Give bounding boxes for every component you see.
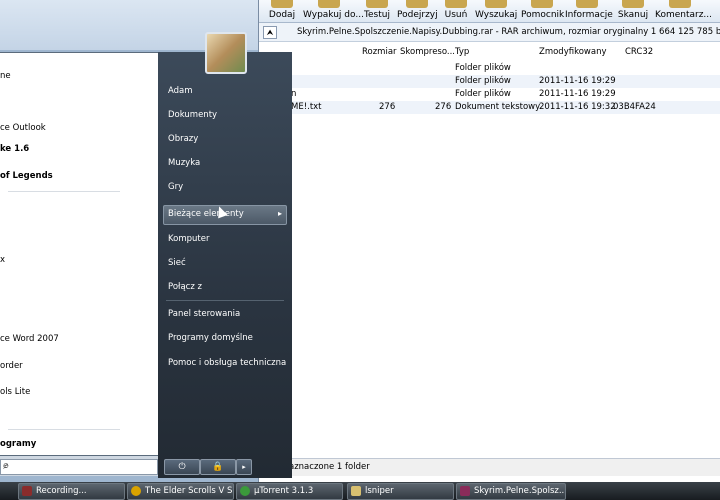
places-item-connect-to[interactable]: Połącz z	[168, 282, 202, 292]
winrar-toolbar: Dodaj Wypakuj do... Testuj Podejrzyj Usu…	[259, 0, 720, 23]
wizard-icon	[531, 0, 553, 8]
start-search-input[interactable]: e ⌕	[0, 459, 158, 475]
chrome-icon	[131, 486, 141, 496]
status-text: aznaczone 1 folder	[289, 462, 370, 472]
program-item[interactable]: ne	[0, 71, 11, 81]
col-modified[interactable]: Zmodyfikowany	[539, 47, 606, 57]
archive-path: Skyrim.Pelne.Spolszczenie.Napisy.Dubbing…	[297, 27, 720, 37]
program-item[interactable]: of Legends	[0, 171, 53, 181]
start-menu-places-pane: Adam Dokumenty Obrazy Muzyka Gry Bieżące…	[158, 52, 292, 478]
power-button[interactable]: ⏻	[164, 459, 200, 475]
delete-button[interactable]: Usuń	[442, 0, 470, 22]
program-item[interactable]: ce Outlook	[0, 123, 46, 133]
col-packed[interactable]: Skompreso...	[400, 47, 455, 57]
places-item-network[interactable]: Sieć	[168, 258, 186, 268]
table-row[interactable]: n Folder plików 2011-11-16 19:29	[259, 88, 720, 101]
taskbar-item-winrar[interactable]: Skyrim.Pelne.Spolsz...	[456, 483, 566, 500]
test-icon	[366, 0, 388, 8]
places-item-computer[interactable]: Komputer	[168, 234, 209, 244]
find-icon	[485, 0, 507, 8]
up-folder-button[interactable]: ⮝	[263, 26, 277, 39]
program-item[interactable]: ce Word 2007	[0, 334, 59, 344]
view-icon	[406, 0, 428, 8]
places-item-help[interactable]: Pomoc i obsługa techniczna	[168, 358, 286, 368]
divider	[166, 300, 284, 301]
test-button[interactable]: Testuj	[361, 0, 393, 22]
extract-to-button[interactable]: Wypakuj do...	[303, 0, 364, 22]
add-icon	[271, 0, 293, 8]
col-size[interactable]: Rozmiar	[362, 47, 397, 57]
find-button[interactable]: Wyszukaj	[475, 0, 517, 22]
lock-button[interactable]: 🔒	[200, 459, 236, 475]
winrar-window: Dodaj Wypakuj do... Testuj Podejrzyj Usu…	[258, 0, 720, 482]
comment-button[interactable]: Komentarz...	[655, 0, 712, 22]
table-row[interactable]: Folder plików	[259, 62, 720, 75]
table-row[interactable]: Folder plików 2011-11-16 19:29	[259, 75, 720, 88]
places-item-music[interactable]: Muzyka	[168, 158, 200, 168]
power-options-arrow[interactable]: ▸	[236, 459, 252, 475]
view-button[interactable]: Podejrzyj	[397, 0, 438, 22]
taskbar-item-utorrent[interactable]: µTorrent 3.1.3	[236, 483, 343, 500]
comment-icon	[669, 0, 691, 8]
status-bar: aznaczone 1 folder	[259, 458, 720, 476]
places-item-default-programs[interactable]: Programy domyślne	[168, 333, 253, 343]
folder-icon	[351, 486, 361, 496]
info-button[interactable]: Informacje	[565, 0, 613, 22]
program-item[interactable]: order	[0, 361, 23, 371]
user-avatar[interactable]	[205, 32, 247, 74]
places-item-pictures[interactable]: Obrazy	[168, 134, 198, 144]
utorrent-icon	[240, 486, 250, 496]
divider	[8, 191, 120, 192]
recording-icon	[22, 486, 32, 496]
extract-icon	[318, 0, 340, 8]
divider	[8, 429, 120, 430]
info-icon	[576, 0, 598, 8]
places-item-control-panel[interactable]: Panel sterowania	[168, 309, 240, 319]
file-list-header: Rozmiar Skompreso... Typ Zmodyfikowany C…	[259, 44, 720, 60]
program-item[interactable]: ke 1.6	[0, 144, 29, 154]
all-programs-item[interactable]: ogramy	[0, 439, 36, 449]
start-menu-programs-pane: ne ce Outlook ke 1.6 of Legends x ce Wor…	[0, 52, 159, 456]
scan-icon	[622, 0, 644, 8]
taskbar-item-chrome[interactable]: The Elder Scrolls V S...	[127, 483, 234, 500]
wizard-button[interactable]: Pomocnik	[521, 0, 564, 22]
places-item-games[interactable]: Gry	[168, 182, 183, 192]
program-item[interactable]: x	[0, 255, 5, 265]
program-item[interactable]: ols Lite	[0, 387, 30, 397]
winrar-icon	[460, 486, 470, 496]
add-button[interactable]: Dodaj	[265, 0, 299, 22]
search-icon[interactable]: ⌕	[3, 461, 154, 472]
taskbar: Recording... The Elder Scrolls V S... µT…	[0, 482, 720, 500]
places-item-user[interactable]: Adam	[168, 86, 193, 96]
start-search-area: e ⌕	[0, 456, 158, 476]
delete-icon	[445, 0, 467, 8]
places-item-documents[interactable]: Dokumenty	[168, 110, 217, 120]
table-row[interactable]: ME!.txt 276 276 Dokument tekstowy 2011-1…	[259, 101, 720, 114]
col-type[interactable]: Typ	[455, 47, 469, 57]
path-bar: ⮝ Skyrim.Pelne.Spolszczenie.Napisy.Dubbi…	[259, 23, 720, 42]
taskbar-item-folder[interactable]: lsniper	[347, 483, 454, 500]
chevron-right-icon: ▸	[277, 209, 282, 218]
col-crc[interactable]: CRC32	[625, 47, 653, 57]
taskbar-item-recording[interactable]: Recording...	[18, 483, 125, 500]
scan-button[interactable]: Skanuj	[617, 0, 649, 22]
